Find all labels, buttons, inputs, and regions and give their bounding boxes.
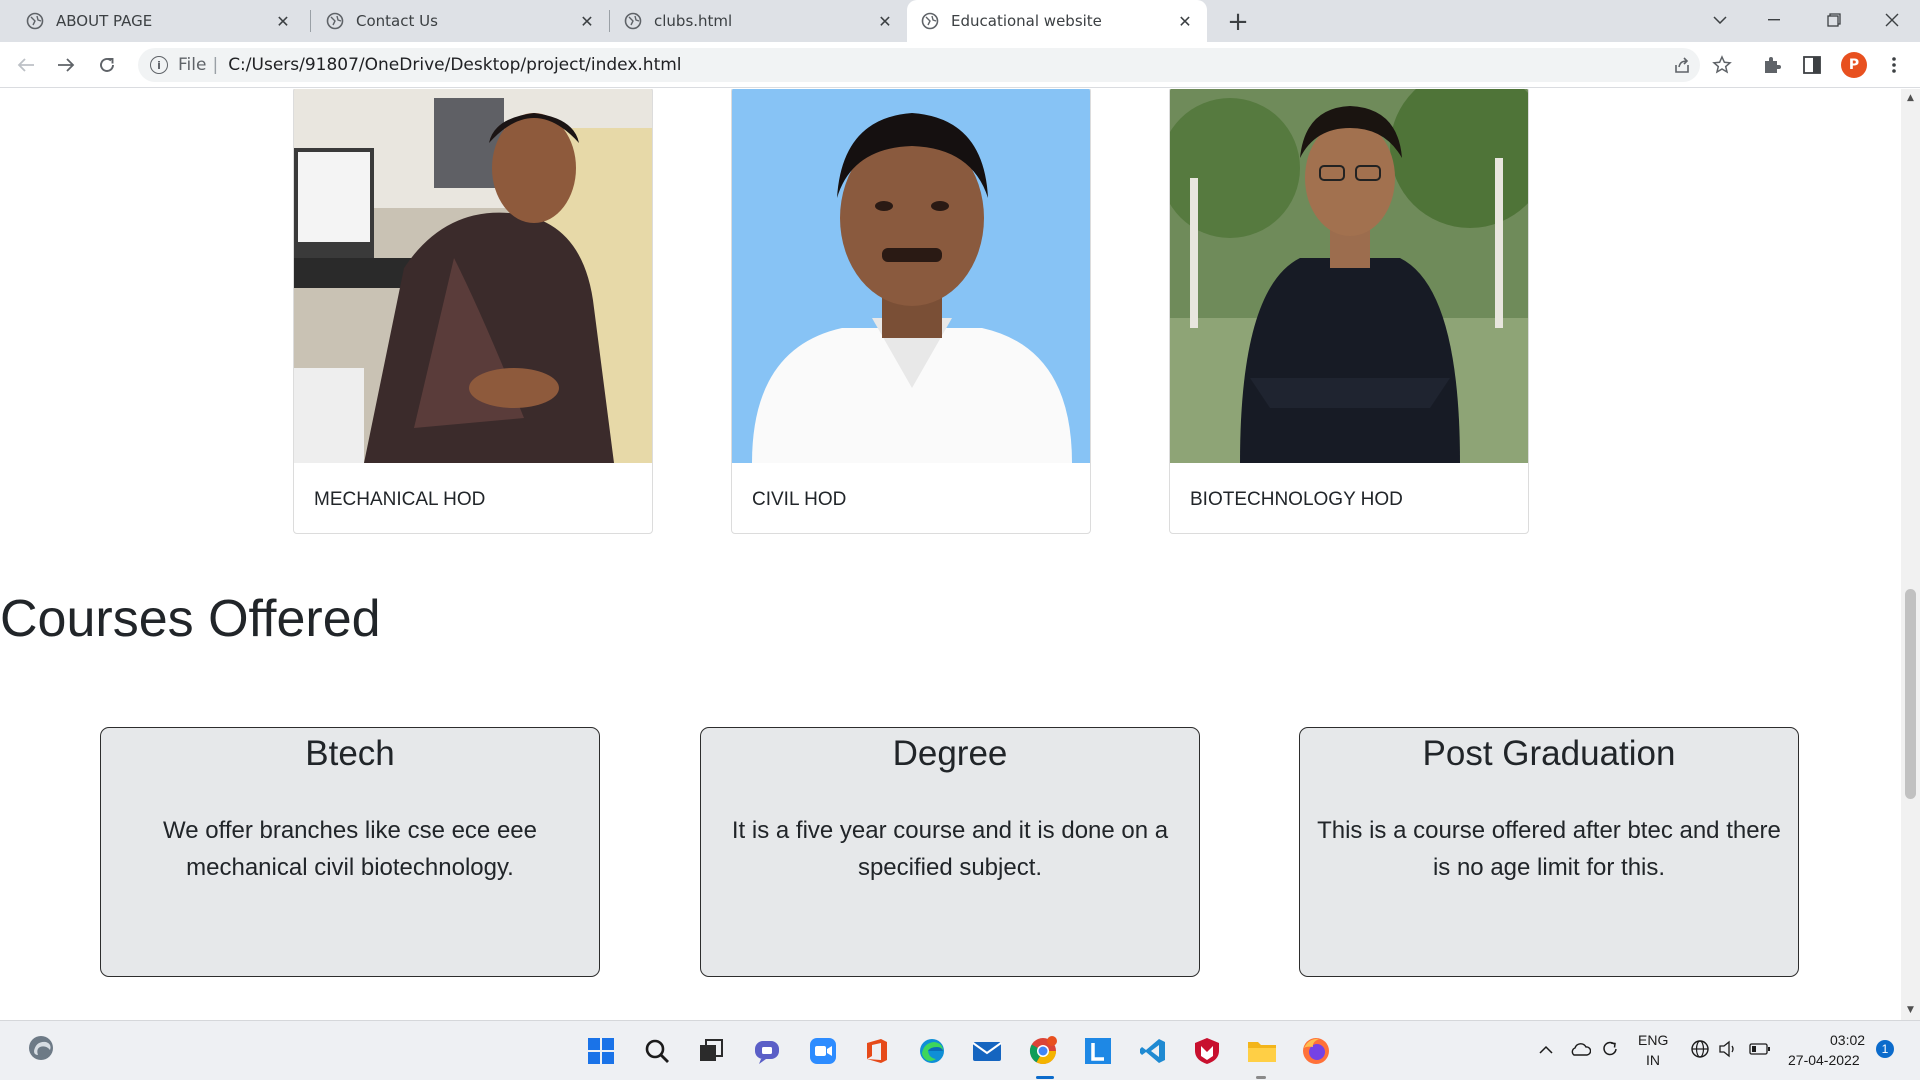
scroll-up-arrow-icon[interactable]: ▲ [1901,89,1920,106]
hod-card-mechanical: MECHANICAL HOD [293,89,653,534]
language-indicator[interactable]: ENG [1638,1032,1668,1048]
active-app-indicator [1036,1076,1054,1079]
tab-strip: ABOUT PAGE ✕ Contact Us ✕ clubs.html ✕ E… [0,0,1920,42]
more-menu-icon[interactable] [1882,53,1906,77]
hod-label: BIOTECHNOLOGY HOD [1190,489,1403,510]
course-description: This is a course offered after btec and … [1317,817,1781,881]
file-explorer-icon[interactable] [1245,1034,1279,1068]
forward-arrow-icon[interactable] [52,51,80,79]
minimize-icon[interactable] [1746,0,1802,40]
chrome-icon[interactable] [1026,1034,1060,1068]
url-scheme: File [178,55,207,75]
globe-icon [326,12,344,30]
reload-icon[interactable] [93,51,121,79]
tab-title: Contact Us [356,12,438,30]
close-tab-icon[interactable]: ✕ [1175,11,1195,31]
course-description: It is a five year course and it is done … [731,817,1169,881]
tab-search-chevron-icon[interactable] [1692,0,1748,40]
new-tab-button[interactable]: + [1222,6,1254,38]
mcafee-icon[interactable] [1190,1034,1224,1068]
tab-divider [609,10,610,32]
hod-label: MECHANICAL HOD [314,489,486,510]
page-scrollbar[interactable]: ▲ ▼ [1901,89,1920,1020]
hod-photo-biotechnology [1170,89,1528,463]
bookmark-star-icon[interactable] [1710,53,1734,77]
start-windows-icon[interactable] [584,1034,618,1068]
course-card-degree: Degree It is a five year course and it i… [700,727,1200,977]
network-globe-icon[interactable] [1688,1037,1712,1061]
scroll-down-arrow-icon[interactable]: ▼ [1901,1001,1920,1018]
hod-photo-civil [732,89,1090,463]
office-icon[interactable] [860,1034,894,1068]
tab-title: clubs.html [654,12,733,30]
onedrive-sync-icon[interactable] [1568,1037,1592,1061]
clock-date[interactable]: 27-04-2022 [1788,1052,1860,1068]
course-card-btech: Btech We offer branches like cse ece eee… [100,727,600,977]
tray-chevron-up-icon[interactable] [1536,1039,1556,1059]
tab-divider [310,10,311,32]
volume-icon[interactable] [1716,1037,1740,1061]
tab-clubs[interactable]: clubs.html ✕ [612,0,907,42]
profile-avatar[interactable]: P [1841,52,1867,78]
scrollbar-thumb[interactable] [1905,589,1916,799]
tab-about-page[interactable]: ABOUT PAGE ✕ [0,0,305,42]
course-title: Degree [892,734,1008,773]
search-icon[interactable] [640,1034,674,1068]
course-title: Post Graduation [1422,734,1676,773]
sync-refresh-icon[interactable] [1598,1037,1622,1061]
teams-chat-icon[interactable] [750,1034,784,1068]
lenovo-vantage-icon[interactable] [1081,1034,1115,1068]
share-icon[interactable] [1670,53,1694,77]
hod-card-civil: CIVIL HOD [731,89,1091,534]
notification-badge[interactable]: 1 [1876,1040,1894,1058]
region-indicator[interactable]: IN [1646,1052,1660,1068]
close-tab-icon[interactable]: ✕ [875,11,895,31]
tab-contact-us[interactable]: Contact Us ✕ [314,0,609,42]
back-arrow-icon[interactable] [12,51,40,79]
hod-card-biotechnology: BIOTECHNOLOGY HOD [1169,89,1529,534]
close-tab-icon[interactable]: ✕ [273,11,293,31]
tab-title: ABOUT PAGE [56,12,153,30]
course-card-post-graduation: Post Graduation This is a course offered… [1299,727,1799,977]
windows-taskbar: ENG IN 03:02 27-04-2022 1 [0,1020,1920,1080]
hod-photo-mechanical [294,89,652,463]
url-text: C:/Users/91807/OneDrive/Desktop/project/… [228,55,682,75]
browser-toolbar: i File | C:/Users/91807/OneDrive/Desktop… [0,42,1920,88]
running-app-indicator [1256,1076,1266,1079]
globe-icon [624,12,642,30]
page-viewport: MECHANICAL HOD CIVIL HOD BIOTECHNOLOGY H… [0,89,1901,1020]
globe-icon [921,12,939,30]
course-description: We offer branches like cse ece eee mecha… [163,817,537,881]
edge-widget-icon[interactable] [24,1031,58,1065]
vscode-icon[interactable] [1136,1034,1170,1068]
battery-icon[interactable] [1748,1037,1772,1061]
restore-icon[interactable] [1806,0,1862,40]
close-window-icon[interactable] [1864,0,1920,40]
task-view-icon[interactable] [694,1034,728,1068]
side-panel-icon[interactable] [1800,53,1824,77]
globe-icon [26,12,44,30]
close-tab-icon[interactable]: ✕ [577,11,597,31]
tab-title: Educational website [951,12,1102,30]
course-title: Btech [305,734,395,773]
edge-browser-icon[interactable] [915,1034,949,1068]
info-icon[interactable]: i [150,56,168,74]
url-separator: | [212,55,219,75]
hod-label: CIVIL HOD [752,489,847,510]
address-bar[interactable]: i File | C:/Users/91807/OneDrive/Desktop… [138,48,1700,82]
zoom-icon[interactable] [806,1034,840,1068]
clock-time[interactable]: 03:02 [1830,1032,1865,1048]
courses-section-title: Courses Offered [0,590,381,648]
mail-icon[interactable] [970,1034,1004,1068]
tab-educational-website[interactable]: Educational website ✕ [907,0,1207,42]
firefox-icon[interactable] [1299,1034,1333,1068]
extensions-puzzle-icon[interactable] [1760,53,1784,77]
